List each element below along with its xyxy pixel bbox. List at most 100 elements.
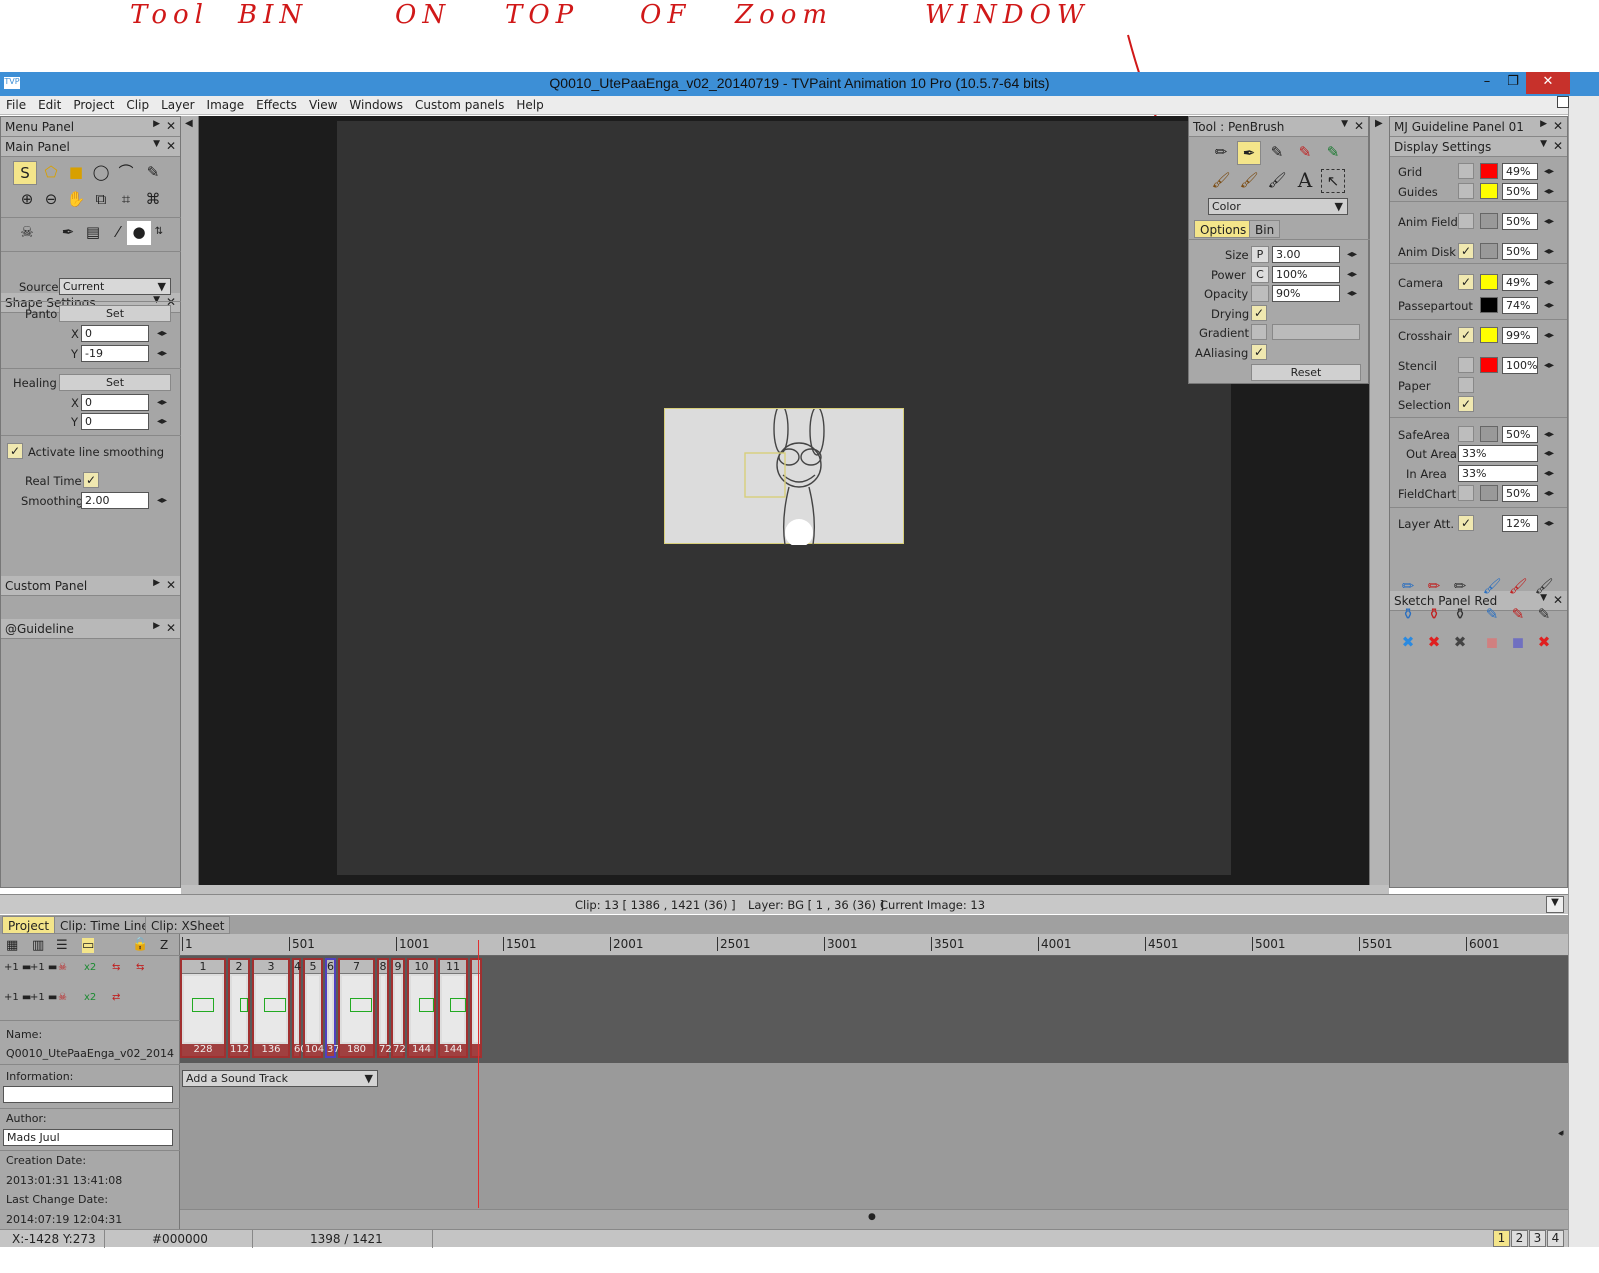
text-tool-icon[interactable]: A (1293, 169, 1317, 193)
stepper-icon[interactable]: ◂▸ (1544, 429, 1554, 440)
display-row-color-swatch[interactable] (1480, 485, 1498, 501)
menu-clip[interactable]: Clip (120, 96, 155, 112)
chevron-down-icon[interactable]: ▼ (153, 295, 160, 305)
display-row-checkbox[interactable] (1458, 377, 1474, 393)
close-button[interactable]: ✕ (1526, 72, 1570, 94)
stepper-icon[interactable]: ◂▸ (157, 495, 167, 506)
tab-bin[interactable]: Bin (1249, 220, 1281, 238)
menu-panel-header[interactable]: Menu Panel ▶ ✕ (1, 117, 180, 137)
guideline-panel-header[interactable]: @Guideline ▶ ✕ (1, 619, 180, 639)
menu-help[interactable]: Help (510, 96, 549, 112)
stepper-icon[interactable]: ◂▸ (1544, 300, 1554, 311)
fill-tool-icon[interactable]: ✎ (141, 161, 165, 185)
stepper-icon[interactable]: ◂▸ (1544, 186, 1554, 197)
add-sound-track-select[interactable]: Add a Sound Track ▼ (182, 1070, 378, 1087)
expand-icon[interactable]: ▶ (1540, 119, 1547, 129)
stepper-icon[interactable]: ◂▸ (1347, 249, 1357, 260)
drawing-frame[interactable] (664, 404, 904, 547)
tab-project[interactable]: Project (2, 916, 56, 934)
display-row-value[interactable]: 74% (1502, 297, 1538, 314)
display-row-value[interactable]: 49% (1502, 274, 1538, 291)
right-dock-scrollbar[interactable]: ▶ (1369, 116, 1389, 888)
page-2-button[interactable]: 2 (1511, 1230, 1528, 1247)
stepper-icon[interactable]: ◂▸ (1347, 288, 1357, 299)
close-icon[interactable]: ✕ (166, 139, 176, 153)
clip-thumbnail[interactable]: 2 112 (228, 958, 250, 1058)
size-pressure-toggle[interactable]: P (1251, 246, 1269, 263)
red-pencil-icon[interactable]: ✏ (1422, 575, 1446, 599)
list-view-icon[interactable]: ☰ (56, 938, 68, 953)
strip-view-icon[interactable]: ▭ (82, 938, 95, 953)
power-pressure-toggle[interactable]: C (1251, 266, 1269, 283)
real-time-checkbox[interactable]: ✓ (83, 472, 99, 488)
minimize-button[interactable]: – (1474, 72, 1500, 94)
close-icon[interactable]: ✕ (166, 621, 176, 635)
ellipse-tool-icon[interactable]: ◯ (89, 161, 113, 185)
display-row-checkbox[interactable]: ✓ (1458, 396, 1474, 412)
duplicate-scene-icon[interactable]: x2 (84, 992, 96, 1003)
black-marker-icon[interactable]: ✎ (1532, 603, 1556, 627)
drying-checkbox[interactable]: ✓ (1251, 305, 1267, 321)
display-row-checkbox[interactable] (1458, 213, 1474, 229)
chevron-down-icon[interactable]: ▼ (1546, 896, 1564, 913)
transform-tool-icon[interactable]: ⧉ (89, 188, 113, 212)
add-clip-before-icon[interactable]: +1 ▬ (4, 962, 31, 973)
purple-eraser-icon[interactable]: ◼ (1506, 631, 1530, 655)
stepper-icon[interactable]: ◂▸ (1544, 360, 1554, 371)
healing-y-field[interactable]: 0 (81, 413, 149, 430)
menu-layer[interactable]: Layer (155, 96, 200, 112)
zoom-z-icon[interactable]: Z (160, 938, 168, 952)
chevron-down-icon[interactable]: ▼ (1341, 119, 1348, 129)
display-row-value[interactable]: 50% (1502, 426, 1538, 443)
guideline-panel-header[interactable]: MJ Guideline Panel 01 ▶ ✕ (1390, 117, 1567, 137)
stepper-icon[interactable]: ◂▸ (1544, 277, 1554, 288)
display-row-value[interactable]: 49% (1502, 163, 1538, 180)
display-row-color-swatch[interactable] (1480, 163, 1498, 179)
chevron-down-icon[interactable]: ▼ (1540, 139, 1547, 149)
add-scene-before-icon[interactable]: +1 ▬ (4, 992, 31, 1003)
gradient-bar[interactable] (1272, 324, 1360, 340)
grid-view-icon[interactable]: ▦ (6, 938, 18, 953)
red-eraser-icon[interactable]: ✖ (1422, 631, 1446, 655)
gradient-checkbox[interactable] (1251, 324, 1267, 340)
delete-clip-icon[interactable]: ☠ (58, 962, 67, 973)
panto-set-button[interactable]: Set (59, 305, 171, 322)
clip-thumbnail[interactable]: 10 144 (407, 958, 436, 1058)
expand-icon[interactable]: ▶ (153, 578, 160, 588)
split-clip-icon[interactable]: ⇆ (136, 962, 144, 973)
display-row-value[interactable]: 50% (1502, 183, 1538, 200)
clip-thumbnail[interactable] (470, 958, 482, 1058)
display-row-color-swatch[interactable] (1480, 274, 1498, 290)
display-row-checkbox[interactable] (1458, 357, 1474, 373)
black-eraser-icon[interactable]: ✖ (1448, 631, 1472, 655)
add-clip-after-icon[interactable]: +1 ▬ (30, 962, 57, 973)
stepper-icon[interactable]: ◂▸ (157, 397, 167, 408)
healing-x-field[interactable]: 0 (81, 394, 149, 411)
healing-set-button[interactable]: Set (59, 374, 171, 391)
menu-project[interactable]: Project (67, 96, 120, 112)
page-1-button[interactable]: 1 (1493, 1230, 1510, 1247)
panto-x-field[interactable]: 0 (81, 325, 149, 342)
display-row-value[interactable]: 33% (1458, 445, 1538, 462)
red-cross-icon[interactable]: ✖ (1532, 631, 1556, 655)
pencil-brush-icon[interactable]: ✏ (1209, 141, 1233, 165)
add-scene-after-icon[interactable]: +1 ▬ (30, 992, 57, 1003)
display-row-color-swatch[interactable] (1480, 357, 1498, 373)
black-ink-icon[interactable]: ⚱ (1448, 603, 1472, 627)
left-dock-scrollbar[interactable]: ◀ (181, 116, 199, 888)
display-row-checkbox[interactable] (1458, 426, 1474, 442)
delete-scene-icon[interactable]: ☠ (58, 992, 67, 1003)
lock-icon[interactable]: 🔒 (132, 937, 148, 952)
stepper-icon[interactable]: ◂▸ (1347, 269, 1357, 280)
clip-thumbnail[interactable]: 9 72 (391, 958, 406, 1058)
menu-image[interactable]: Image (201, 96, 251, 112)
blue-marker-icon[interactable]: ✎ (1480, 603, 1504, 627)
close-icon[interactable]: ✕ (1354, 119, 1364, 133)
tool-panel-header[interactable]: Tool : PenBrush ▼ ✕ (1189, 117, 1368, 137)
clip-thumbnail[interactable]: 11 144 (438, 958, 468, 1058)
expand-icon[interactable]: ▶ (153, 119, 160, 129)
display-row-color-swatch[interactable] (1480, 213, 1498, 229)
warp-tool-icon[interactable]: ⌘ (141, 188, 165, 212)
information-field[interactable] (3, 1086, 173, 1103)
crop-tool-icon[interactable]: ⌗ (114, 188, 138, 212)
